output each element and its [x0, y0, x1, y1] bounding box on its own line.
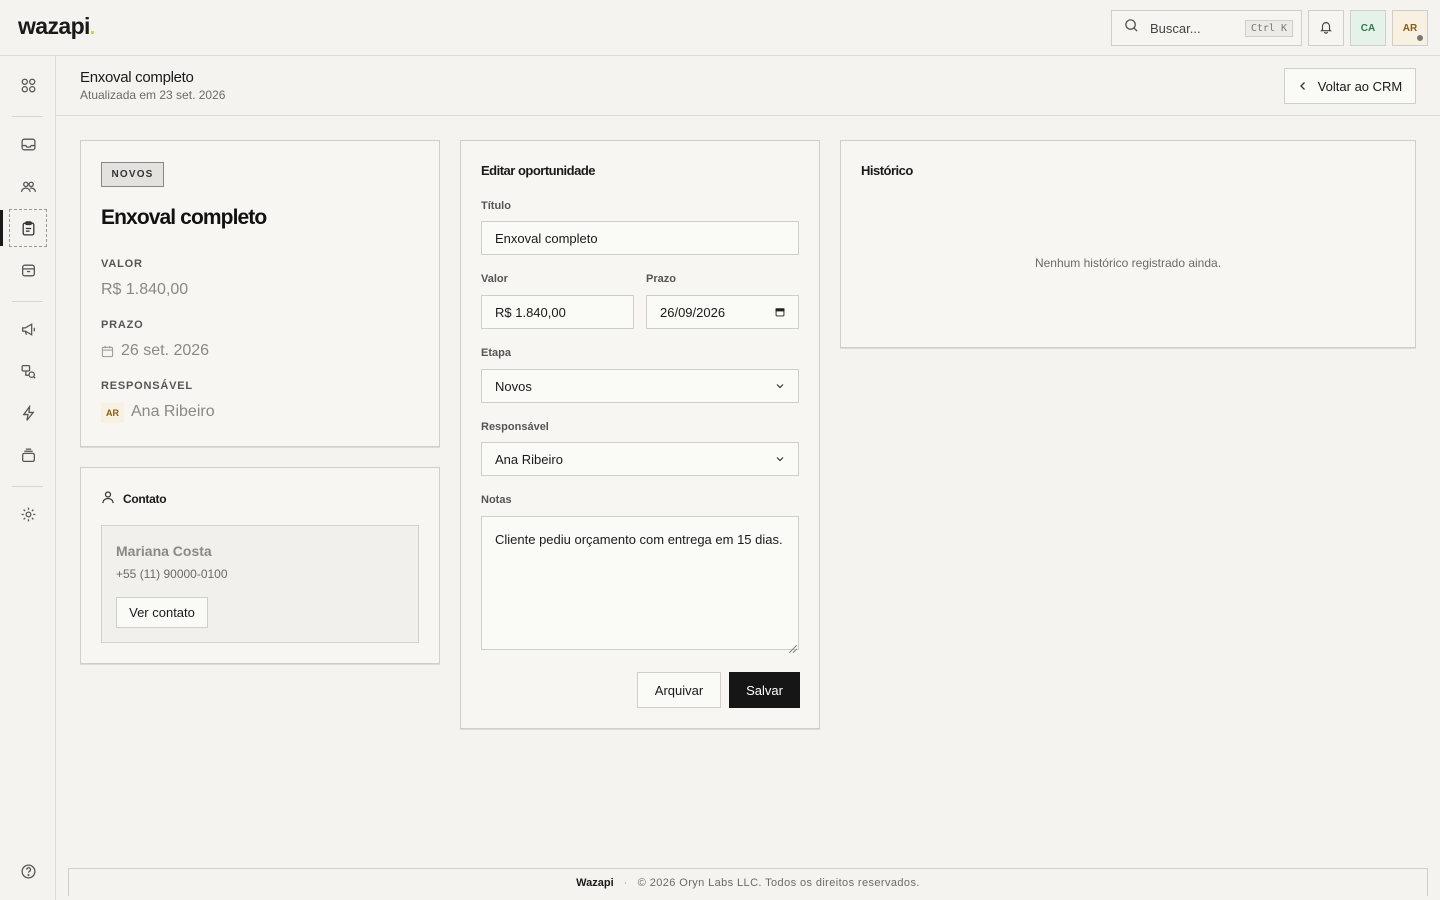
history-heading: Histórico [861, 163, 913, 178]
view-contact-button[interactable]: Ver contato [116, 597, 208, 628]
opportunity-title: Enxoval completo [101, 206, 267, 229]
contact-phone: +55 (11) 90000-0100 [116, 567, 228, 581]
title-field[interactable]: Enxoval completo [481, 221, 799, 255]
stage-select[interactable]: Novos [481, 369, 799, 403]
notes-text: Cliente pediu orçamento com entrega em 1… [495, 532, 783, 547]
app-logo[interactable]: wazapi [18, 13, 94, 40]
footer-copyright: © 2026 Oryn Labs LLC. Todos os direitos … [637, 876, 920, 889]
deadline-field[interactable]: 26/09/2026 [646, 295, 799, 329]
user-initials: AR [1402, 22, 1418, 34]
stack-icon[interactable] [9, 436, 47, 474]
save-button[interactable]: Salvar [729, 672, 800, 708]
owner-select[interactable]: Ana Ribeiro [481, 442, 799, 476]
edit-heading: Editar oportunidade [481, 163, 596, 178]
archive-button[interactable]: Arquivar [637, 672, 721, 708]
owner-avatar: AR [101, 403, 124, 423]
user-icon [101, 490, 115, 507]
deadline-field-value: 26/09/2026 [660, 304, 726, 320]
value-field[interactable]: R$ 1.840,00 [481, 295, 634, 329]
deadline-label: PRAZO [101, 319, 144, 331]
user-avatar-button[interactable]: AR [1392, 10, 1428, 46]
search-box[interactable]: Buscar... Ctrl K [1111, 10, 1302, 46]
sidebar-divider [12, 486, 43, 487]
back-to-crm-button[interactable]: Voltar ao CRM [1284, 68, 1416, 104]
owner-select-value: Ana Ribeiro [495, 451, 563, 467]
notes-textarea[interactable]: Cliente pediu orçamento com entrega em 1… [481, 516, 799, 654]
calendar-icon [101, 345, 114, 358]
owner-field-label: Responsável [481, 421, 549, 433]
sidebar-divider [12, 301, 43, 302]
notifications-button[interactable] [1308, 10, 1344, 46]
active-indicator [0, 210, 3, 246]
back-label: Voltar ao CRM [1317, 78, 1403, 94]
value-amount: R$ 1.840,00 [101, 281, 189, 298]
archive-icon[interactable] [9, 251, 47, 289]
footer-separator: · [623, 876, 628, 889]
chevron-down-icon [775, 452, 785, 467]
megaphone-icon[interactable] [9, 310, 47, 348]
gear-icon[interactable] [9, 495, 47, 533]
summary-card: NOVOS Enxoval completo VALOR R$ 1.840,00… [80, 140, 440, 447]
help-icon[interactable] [9, 852, 47, 890]
search-input[interactable]: Buscar... [1150, 21, 1245, 36]
value-label: VALOR [101, 258, 143, 270]
inbox-icon[interactable] [9, 125, 47, 163]
contact-box: Mariana Costa +55 (11) 90000-0100 Ver co… [101, 525, 419, 643]
contact-heading-label: Contato [123, 491, 167, 506]
owner-name: Ana Ribeiro [131, 403, 215, 420]
users-icon[interactable] [9, 167, 47, 205]
contact-heading: Contato [101, 490, 167, 507]
chevron-down-icon [775, 379, 785, 394]
page-subtitle: Atualizada em 23 set. 2026 [80, 88, 226, 102]
history-card: Histórico Nenhum histórico registrado ai… [840, 140, 1416, 348]
contact-card: Contato Mariana Costa +55 (11) 90000-010… [80, 467, 440, 664]
resize-handle-icon[interactable] [788, 639, 798, 654]
footer-brand: Wazapi [576, 876, 614, 889]
flow-icon[interactable] [9, 352, 47, 390]
status-dot [1416, 34, 1424, 42]
stage-select-value: Novos [495, 378, 532, 394]
calendar-icon[interactable] [775, 305, 785, 320]
topbar: wazapi Buscar... Ctrl K CA AR [0, 0, 1440, 56]
org-avatar[interactable]: CA [1350, 10, 1386, 46]
contact-name: Mariana Costa [116, 543, 212, 559]
stage-badge: NOVOS [101, 162, 164, 187]
deadline-field-label: Prazo [646, 273, 676, 285]
edit-card: Editar oportunidade Título Enxoval compl… [460, 140, 820, 729]
chevron-left-icon [1298, 79, 1308, 94]
grid-icon[interactable] [9, 66, 47, 104]
bell-icon [1319, 20, 1333, 37]
footer: Wazapi · © 2026 Oryn Labs LLC. Todos os … [68, 868, 1428, 896]
shortcut-hint: Ctrl K [1244, 19, 1293, 37]
page-header: Enxoval completo Atualizada em 23 set. 2… [56, 56, 1440, 116]
search-icon [1124, 18, 1139, 38]
page-title: Enxoval completo [80, 69, 194, 86]
stage-field-label: Etapa [481, 347, 511, 359]
sidebar [0, 56, 56, 900]
value-field-label: Valor [481, 273, 508, 285]
owner-label: RESPONSÁVEL [101, 380, 193, 392]
deadline-date: 26 set. 2026 [121, 342, 210, 359]
history-empty-state: Nenhum histórico registrado ainda. [1034, 256, 1222, 270]
sidebar-divider [12, 116, 43, 117]
lightning-icon[interactable] [9, 394, 47, 432]
notes-field-label: Notas [481, 494, 512, 506]
title-label: Título [481, 200, 511, 212]
clipboard-icon[interactable] [9, 209, 47, 247]
